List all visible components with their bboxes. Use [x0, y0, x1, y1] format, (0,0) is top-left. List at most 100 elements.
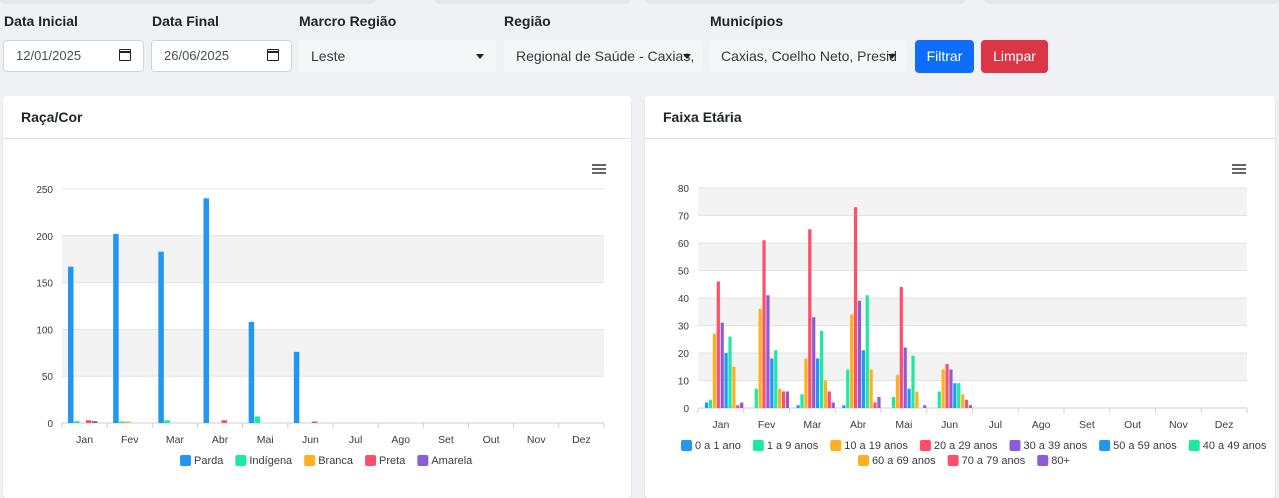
- x-tick-label: Mar: [166, 434, 185, 446]
- bar-ind-gena: [254, 416, 261, 423]
- bar-80-: [831, 402, 835, 408]
- data-final-label: Data Final: [152, 13, 219, 29]
- bar-30-a-39-anos: [766, 295, 770, 408]
- bar-20-a-29-anos: [716, 281, 720, 408]
- bar-80-: [968, 405, 973, 408]
- legend-marker: [1037, 455, 1049, 466]
- legend-marker: [1099, 440, 1111, 451]
- legend-label: 60 a 69 anos: [872, 455, 936, 467]
- municipios-value: Caxias, Coelho Neto, Presid: [721, 48, 897, 64]
- y-tick-label: 70: [678, 212, 690, 223]
- limpar-button[interactable]: Limpar: [981, 40, 1048, 73]
- bar-1-a-9-anos: [846, 369, 850, 408]
- data-final-value: 26/06/2025: [164, 48, 230, 63]
- legend-label: 1 a 9 anos: [767, 440, 819, 452]
- data-inicial-label: Data Inicial: [4, 13, 78, 29]
- bar-1-a-9-anos: [754, 388, 758, 408]
- data-final-input[interactable]: 26/06/2025: [151, 40, 292, 72]
- legend-label: Indígena: [249, 455, 293, 467]
- x-tick-label: Out: [1124, 419, 1141, 431]
- x-tick-label: Jun: [302, 434, 319, 446]
- bar-50-a-59-anos: [907, 388, 911, 408]
- legend-marker: [681, 440, 692, 451]
- filtrar-button[interactable]: Filtrar: [915, 40, 974, 73]
- bar-10-a-19-anos: [941, 369, 945, 408]
- x-tick-label: Ago: [1032, 419, 1051, 431]
- bar-50-a-59-anos: [770, 358, 774, 408]
- x-tick-label: Ago: [391, 434, 410, 446]
- x-tick-label: Out: [483, 434, 500, 446]
- y-tick-label: 30: [678, 322, 690, 333]
- macro-regiao-select[interactable]: Leste: [299, 40, 496, 72]
- x-tick-label: Nov: [527, 434, 546, 446]
- bar-60-a-69-anos: [778, 388, 782, 408]
- bar-50-a-59-anos: [953, 383, 957, 408]
- legend-label: 10 a 19 anos: [844, 440, 908, 452]
- y-tick-label: 50: [678, 267, 690, 278]
- x-tick-label: Nov: [1169, 419, 1188, 431]
- macro-regiao-label: Marcro Região: [299, 13, 397, 29]
- bar-60-a-69-anos: [961, 394, 965, 408]
- legend-label: Branca: [318, 455, 354, 467]
- raca-cor-chart: 0 50 100 150 200 250 Jan Fev Mar Abr Mai Jun Jul Ago S…: [36, 185, 605, 467]
- regiao-select[interactable]: Regional de Saúde - Caxias,: [504, 40, 702, 72]
- x-tick-label: Abr: [212, 434, 229, 446]
- bar-branca: [125, 421, 131, 423]
- y-tick-label: 40: [678, 294, 690, 305]
- x-tick-label: Fev: [121, 434, 139, 446]
- legend-label: 70 a 79 anos: [962, 455, 1026, 467]
- calendar-icon[interactable]: [267, 49, 279, 61]
- grid-band: [698, 243, 1247, 271]
- bar-parda: [113, 233, 119, 423]
- y-tick-label: 60: [678, 239, 690, 250]
- bar-40-a-49-anos: [911, 355, 915, 408]
- x-tick-label: Abr: [850, 419, 867, 431]
- bar-10-a-19-anos: [712, 333, 716, 408]
- bar-ind-gena: [119, 421, 125, 423]
- bar-parda: [203, 198, 209, 423]
- bar-preta: [311, 421, 318, 423]
- bar-50-a-59-anos: [816, 358, 820, 408]
- y-tick-label: 0: [683, 404, 689, 415]
- legend-label: Preta: [379, 455, 406, 467]
- bar-70-a-79-anos: [781, 391, 786, 408]
- bar-0-a-1-ano: [842, 405, 846, 408]
- data-inicial-input[interactable]: 12/01/2025: [3, 40, 144, 72]
- bar-amarela: [92, 421, 98, 423]
- y-tick-label: 80: [678, 184, 690, 195]
- bar-10-a-19-anos: [758, 309, 762, 408]
- y-tick-label: 250: [36, 185, 53, 196]
- calendar-icon[interactable]: [119, 49, 131, 61]
- bar-10-a-19-anos: [804, 358, 808, 408]
- y-tick-label: 100: [36, 325, 53, 336]
- bar-1-a-9-anos: [891, 397, 896, 408]
- legend-marker: [858, 455, 869, 466]
- grid-band: [698, 353, 1247, 381]
- legend-label: 20 a 29 anos: [934, 440, 998, 452]
- bar-30-a-39-anos: [812, 317, 816, 408]
- bar-50-a-59-anos: [724, 353, 728, 408]
- x-tick-label: Jul: [989, 419, 1002, 431]
- municipios-label: Municípios: [710, 13, 784, 29]
- x-tick-label: Mai: [895, 419, 912, 431]
- bar-20-a-29-anos: [762, 240, 766, 408]
- legend-marker: [365, 455, 377, 466]
- bar-40-a-49-anos: [957, 383, 961, 408]
- bar-preta: [86, 420, 92, 423]
- bar-1-a-9-anos: [937, 391, 941, 408]
- faixa-etaria-card: Faixa Etária 0 10 20 30 40 50 60 70 80 Jan Fev Mar A…: [645, 96, 1275, 498]
- legend-marker: [180, 455, 191, 466]
- macro-regiao-value: Leste: [311, 48, 346, 64]
- municipios-select[interactable]: Caxias, Coelho Neto, Presid: [709, 40, 907, 72]
- bar-30-a-39-anos: [720, 322, 724, 408]
- bar-0-a-1-ano: [796, 405, 800, 408]
- bar-40-a-49-anos: [865, 295, 869, 408]
- x-tick-label: Fev: [758, 419, 776, 431]
- y-tick-label: 200: [36, 232, 53, 243]
- legend-marker: [417, 455, 429, 466]
- chevron-down-icon: [476, 54, 484, 59]
- x-tick-label: Set: [438, 434, 454, 446]
- y-tick-label: 50: [42, 372, 54, 383]
- bar-20-a-29-anos: [899, 287, 903, 408]
- legend-label: 80+: [1051, 455, 1070, 467]
